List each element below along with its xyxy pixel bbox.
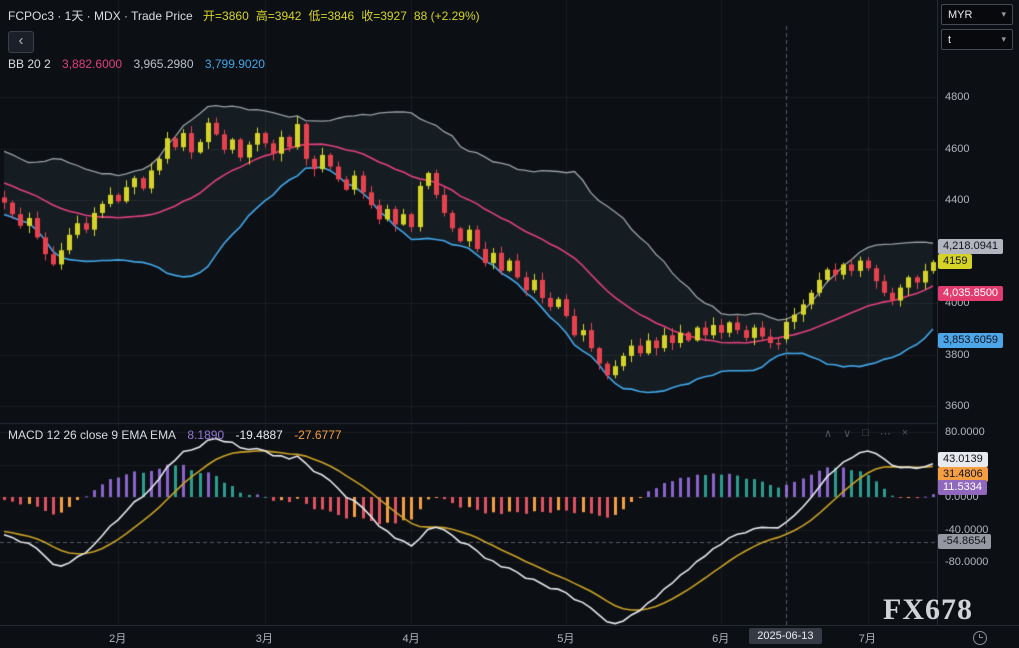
bb-upper-price-label: 4,218.0941	[938, 239, 1003, 254]
price-tick: 4400	[945, 193, 969, 207]
macd-tick: -80.0000	[945, 555, 988, 569]
macd-indicator-legend: MACD 12 26 close 9 EMA EMA 8.1890 -19.48…	[8, 428, 350, 442]
currency-dropdown[interactable]: MYR ▾	[941, 4, 1013, 25]
ohlc-open: 开=3860	[203, 9, 249, 23]
macd-hist-axis-label: 11.5334	[938, 480, 987, 495]
month-label: 4月	[402, 630, 419, 646]
chevron-down-icon: ▾	[1001, 34, 1006, 45]
price-tick: 4600	[945, 142, 969, 156]
ohlc-high: 高=3942	[256, 9, 302, 23]
time-axis[interactable]: 2025-06-13 2月 3月 4月 5月 6月 7月	[0, 625, 1019, 648]
crosshair-value-label: -54.8654	[938, 534, 991, 549]
chart-canvas[interactable]	[0, 0, 937, 625]
bb-basis-value: 3,882.6000	[62, 57, 122, 71]
unit-dropdown-value: t	[948, 34, 951, 46]
unit-dropdown[interactable]: t ▾	[941, 29, 1013, 50]
macd-line-value: -19.4887	[235, 428, 282, 442]
month-label: 2月	[109, 630, 126, 646]
chart-header: FCPOc3 · 1天 · MDX · Trade Price 开=3860 高=…	[8, 7, 480, 24]
currency-dropdown-value: MYR	[948, 9, 972, 21]
month-label: 5月	[557, 630, 574, 646]
macd-legend-title[interactable]: MACD 12 26 close 9 EMA EMA	[8, 428, 176, 442]
chevron-down-icon: ▾	[1001, 9, 1006, 20]
macd-hist-value: 8.1890	[187, 428, 224, 442]
macd-tick: 80.0000	[945, 425, 985, 439]
ohlc-change: 88 (+2.29%)	[414, 9, 480, 23]
price-tick: 3600	[945, 399, 969, 413]
price-tick: 3800	[945, 348, 969, 362]
bb-lower-value: 3,799.9020	[205, 57, 265, 71]
macd-line-axis-label: 43.0139	[938, 452, 988, 467]
price-tick: 4800	[945, 90, 969, 104]
pane-more-icon[interactable]: ⋯	[880, 427, 891, 440]
back-button[interactable]: ‹	[8, 31, 34, 53]
ohlc-close: 收=3927	[361, 9, 407, 23]
bb-legend-title[interactable]: BB 20 2	[8, 57, 51, 71]
pane-maximize-icon[interactable]: □	[862, 427, 869, 440]
symbol-title[interactable]: FCPOc3 · 1天 · MDX · Trade Price	[8, 9, 193, 23]
bb-indicator-legend: BB 20 2 3,882.6000 3,965.2980 3,799.9020	[8, 57, 273, 71]
fx678-watermark: FX678	[883, 593, 973, 627]
last-price-label: 4159	[938, 254, 972, 269]
ohlc-low: 低=3846	[308, 9, 354, 23]
pane-close-icon[interactable]: ×	[902, 427, 908, 440]
month-label: 3月	[256, 630, 273, 646]
bb-upper-value: 3,965.2980	[133, 57, 193, 71]
pane-collapse-up-icon[interactable]: ∧	[824, 427, 832, 440]
timezone-clock-icon[interactable]	[973, 631, 987, 645]
macd-pane-controls: ∧ ∨ □ ⋯ ×	[824, 427, 908, 440]
bb-lower-price-label: 3,853.6059	[938, 333, 1003, 348]
month-label: 6月	[712, 630, 729, 646]
ohlc-values: 开=3860 高=3942 低=3846 收=3927 88 (+2.29%)	[196, 9, 480, 23]
bb-basis-price-label: 4,035.8500	[938, 286, 1003, 301]
price-axis[interactable]: MYR ▾ t ▾ 4,218.0941 4159 4,035.8500 3,8…	[937, 0, 1019, 625]
crosshair-date-label: 2025-06-13	[749, 628, 821, 644]
month-label: 7月	[859, 630, 876, 646]
macd-signal-value: -27.6777	[294, 428, 341, 442]
pane-collapse-down-icon[interactable]: ∨	[843, 427, 851, 440]
